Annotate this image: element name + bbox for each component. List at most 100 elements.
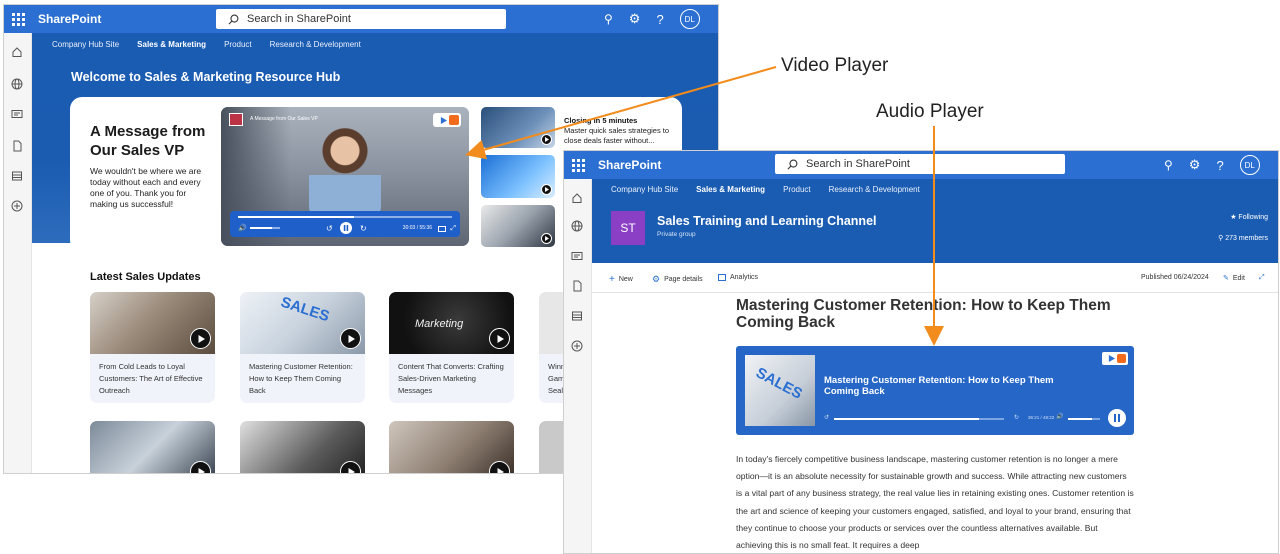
podcast-logo-icon: [449, 115, 459, 125]
edit-button[interactable]: ✎ Edit: [1223, 274, 1245, 283]
gear-icon[interactable]: ⚙: [1189, 157, 1201, 173]
video-player[interactable]: A Message from Our Sales VP 🔊 ↺ ↻ 30:03 …: [221, 107, 469, 246]
site-title[interactable]: Sales Training and Learning Channel: [657, 214, 877, 228]
news-card-title: Mastering Customer Retention: How to Kee…: [249, 362, 353, 395]
expand-icon[interactable]: ⤢: [1259, 274, 1265, 282]
avatar[interactable]: DL: [679, 9, 700, 29]
volume-slider[interactable]: [250, 227, 280, 229]
gear-icon[interactable]: ⚙: [629, 11, 641, 27]
side-video-thumb-2[interactable]: [481, 155, 555, 198]
news-card-image-lettering: Marketing: [415, 318, 464, 330]
news-icon[interactable]: [10, 107, 24, 121]
site-page-window: SharePoint Search in SharePoint ⚲ ⚙ ? DL…: [563, 150, 1279, 554]
follow-button[interactable]: ★ Following: [1230, 213, 1268, 221]
site-logo[interactable]: ST: [611, 211, 645, 245]
audio-title: Mastering Customer Retention: How to Kee…: [824, 375, 1054, 397]
rewind-icon[interactable]: ↺: [824, 414, 829, 421]
fullscreen-icon[interactable]: ⤢: [450, 225, 456, 233]
people-icon[interactable]: ⚲: [1164, 158, 1173, 172]
volume-icon[interactable]: 🔊: [1056, 413, 1063, 420]
play-icon: [489, 461, 510, 473]
pause-icon: [1114, 414, 1120, 422]
video-time: 30:03 / 55:36: [402, 225, 432, 231]
audio-progress-bar[interactable]: [834, 418, 1004, 420]
nav-sales-marketing[interactable]: Sales & Marketing: [696, 185, 765, 194]
people-icon[interactable]: ⚲: [604, 12, 613, 26]
suite-bar: SharePoint Search in SharePoint ⚲ ⚙ ? DL: [4, 5, 718, 33]
news-card[interactable]: [240, 421, 365, 473]
nav-sales-marketing[interactable]: Sales & Marketing: [137, 40, 206, 49]
lists-icon[interactable]: [570, 309, 584, 323]
left-app-bar: [4, 33, 32, 473]
avatar[interactable]: DL: [1239, 155, 1260, 175]
brand-name[interactable]: SharePoint: [38, 12, 101, 26]
news-card[interactable]: Marketing Content That Converts: Craftin…: [389, 292, 514, 403]
audio-player[interactable]: SALES Mastering Customer Retention: How …: [736, 346, 1134, 435]
app-launcher-icon[interactable]: [564, 151, 592, 179]
news-card[interactable]: SALES Mastering Customer Retention: How …: [240, 292, 365, 403]
news-card-title: Content That Converts: Crafting Sales-Dr…: [398, 362, 504, 395]
pause-button[interactable]: [340, 222, 352, 234]
brand-name[interactable]: SharePoint: [598, 158, 661, 172]
analytics-button[interactable]: Analytics: [718, 274, 758, 281]
news-card[interactable]: [90, 421, 215, 473]
captions-icon[interactable]: [438, 226, 446, 232]
home-icon[interactable]: [10, 45, 24, 59]
video-controls: 🔊 ↺ ↻ 30:03 / 55:36 ⤢: [230, 211, 460, 237]
home-icon[interactable]: [570, 191, 584, 205]
news-icon[interactable]: [570, 249, 584, 263]
nav-research-development[interactable]: Research & Development: [270, 40, 361, 49]
help-icon[interactable]: ?: [1216, 158, 1223, 173]
news-card[interactable]: From Cold Leads to Loyal Customers: The …: [90, 292, 215, 403]
search-placeholder: Search in SharePoint: [806, 158, 910, 170]
news-card[interactable]: [389, 421, 514, 473]
app-launcher-icon[interactable]: [4, 5, 32, 33]
create-icon[interactable]: [570, 339, 584, 353]
search-icon: [228, 14, 239, 24]
analytics-icon: [718, 274, 726, 281]
audio-time: 36:21 / 48:22: [1028, 415, 1055, 420]
pause-button[interactable]: [1108, 409, 1126, 427]
search-input[interactable]: Search in SharePoint: [775, 154, 1065, 174]
members-label: 273 members: [1225, 235, 1268, 242]
vp-message-body: We wouldn't be where we are today withou…: [90, 166, 202, 209]
new-button[interactable]: + New: [609, 274, 633, 285]
nav-research-development[interactable]: Research & Development: [829, 185, 920, 194]
file-icon[interactable]: [570, 279, 584, 293]
play-icon: [541, 233, 552, 244]
page-title: Welcome to Sales & Marketing Resource Hu…: [71, 70, 341, 84]
globe-icon[interactable]: [570, 219, 584, 233]
nav-company-hub[interactable]: Company Hub Site: [611, 185, 678, 194]
side-video-thumb-3[interactable]: [481, 205, 555, 247]
command-bar: + New ⚙ Page details Analytics Published 0…: [592, 263, 1278, 293]
analytics-label: Analytics: [730, 274, 759, 281]
nav-company-hub[interactable]: Company Hub Site: [52, 40, 119, 49]
composite-canvas: SharePoint Search in SharePoint ⚲ ⚙ ? DL…: [0, 0, 1280, 554]
forward-icon[interactable]: ↻: [360, 224, 367, 233]
rewind-icon[interactable]: ↺: [326, 224, 333, 233]
lists-icon[interactable]: [10, 169, 24, 183]
plus-icon: +: [609, 274, 615, 285]
file-icon[interactable]: [10, 139, 24, 153]
edit-label: Edit: [1232, 274, 1245, 282]
create-icon[interactable]: [10, 199, 24, 213]
search-input[interactable]: Search in SharePoint: [216, 9, 506, 29]
nav-product[interactable]: Product: [224, 40, 252, 49]
site-subtitle: Private group: [657, 231, 696, 238]
globe-icon[interactable]: [10, 77, 24, 91]
volume-icon[interactable]: 🔊: [238, 224, 247, 232]
side-item-title[interactable]: Closing in 5 minutes: [564, 116, 637, 125]
video-progress-bar[interactable]: [238, 216, 452, 218]
help-icon[interactable]: ?: [656, 12, 663, 27]
suite-bar-actions: ⚲ ⚙ ? DL: [604, 9, 700, 29]
members-button[interactable]: ⚲ 273 members: [1218, 234, 1268, 242]
news-card-title: From Cold Leads to Loyal Customers: The …: [99, 362, 203, 395]
forward-icon[interactable]: ↻: [1014, 414, 1019, 421]
pencil-icon: ✎: [1223, 275, 1229, 282]
page-details-button[interactable]: ⚙ Page details: [652, 274, 703, 285]
suite-bar-actions: ⚲ ⚙ ? DL: [1164, 155, 1260, 175]
audio-player-label: Audio Player: [876, 101, 984, 122]
side-video-thumb-1[interactable]: [481, 107, 555, 148]
nav-product[interactable]: Product: [783, 185, 811, 194]
volume-slider[interactable]: [1068, 418, 1100, 420]
